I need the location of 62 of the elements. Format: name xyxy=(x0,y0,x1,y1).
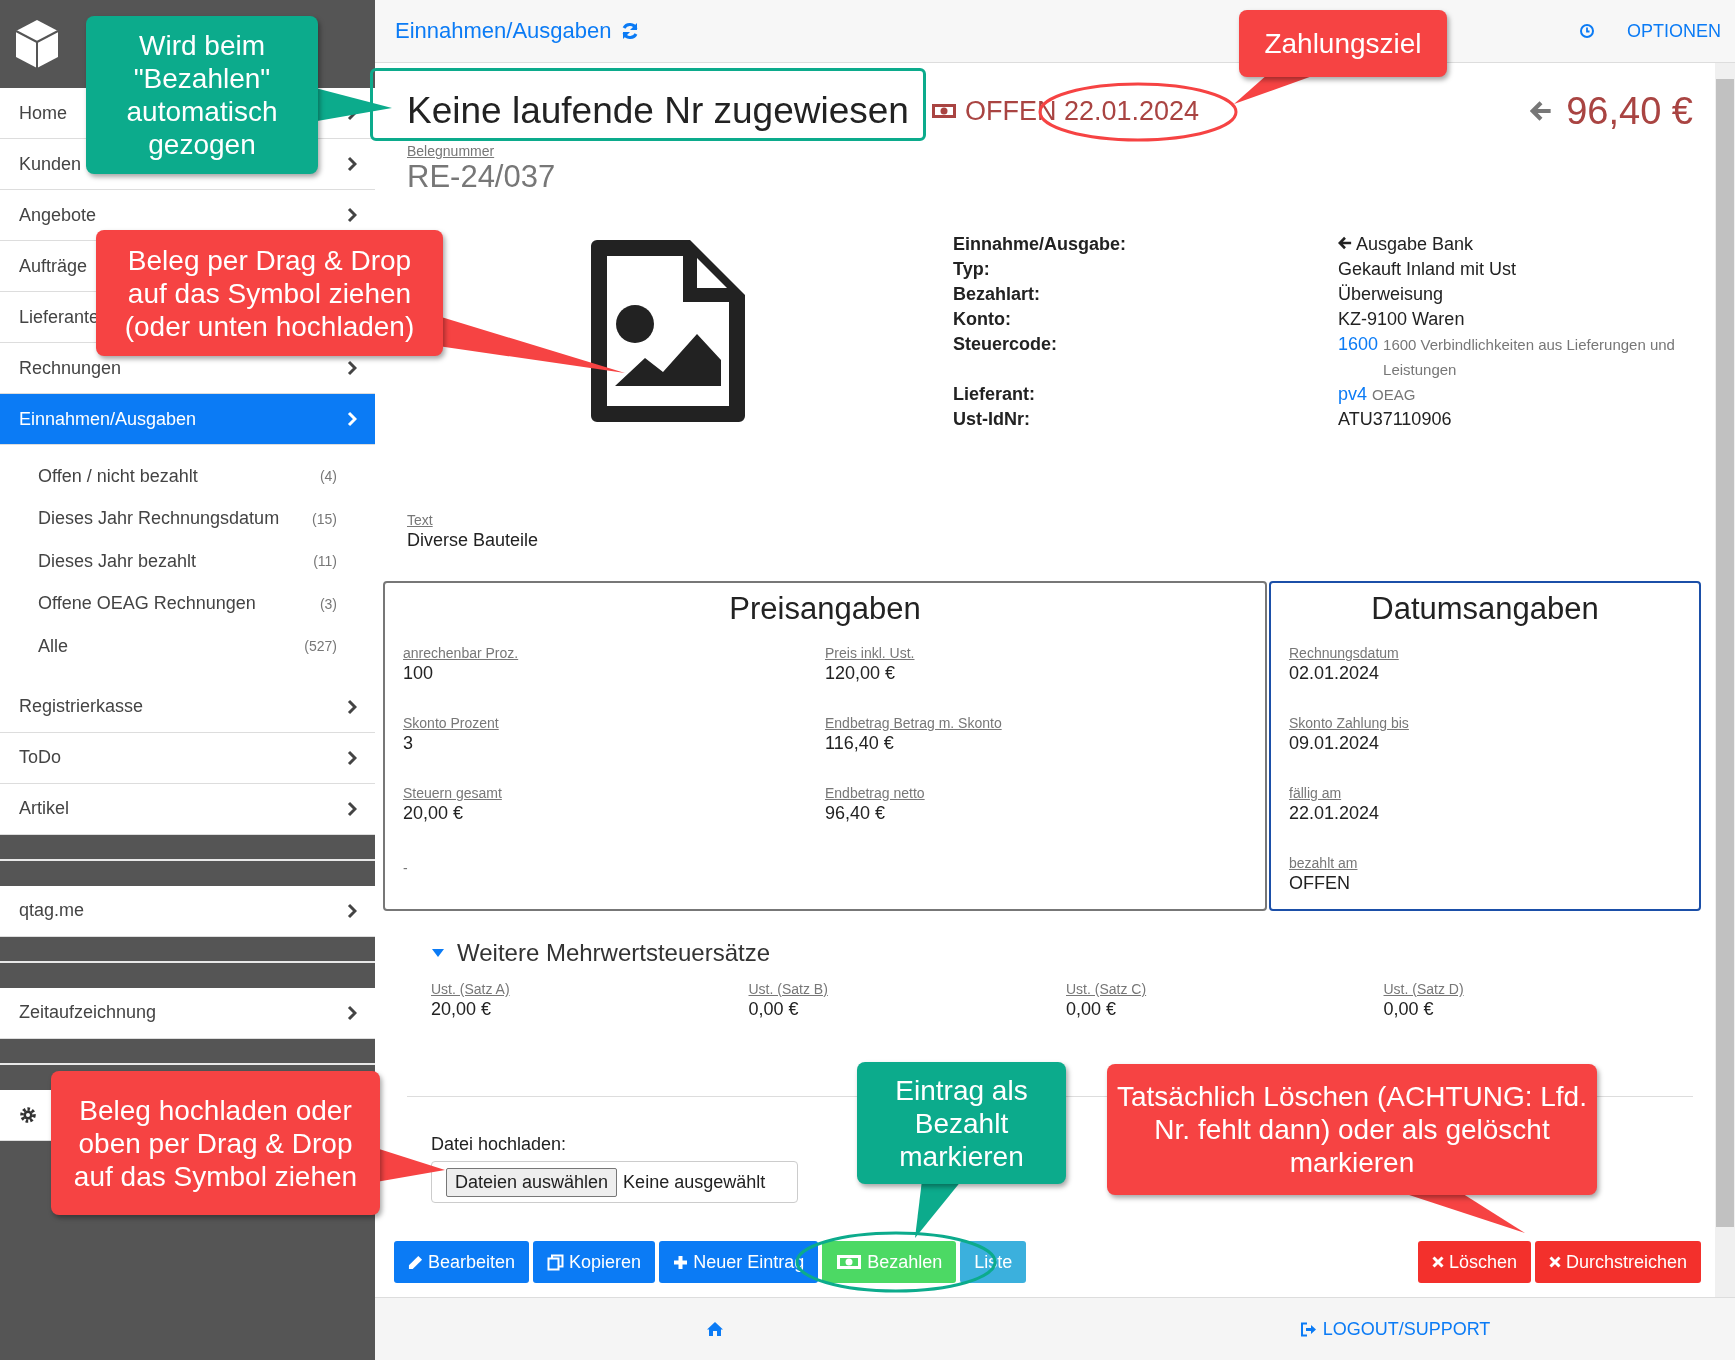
field-label: Text xyxy=(407,512,434,528)
field-label: Skonto Zahlung bis xyxy=(1289,715,1410,731)
field-value: 02.01.2024 xyxy=(1289,663,1381,684)
detail-label: Steuercode: xyxy=(953,333,1059,356)
item-count: (15) xyxy=(312,510,337,527)
field-value: 100 xyxy=(403,663,435,684)
detail-label: Typ: xyxy=(953,258,991,281)
field-label: Preis inkl. Ust. xyxy=(825,645,916,661)
document-number: RE-24/037 xyxy=(407,159,557,195)
field-value: 0,00 € xyxy=(748,999,800,1020)
field-value: OFFEN xyxy=(1289,873,1351,894)
field-label: Rechnungsdatum xyxy=(1289,645,1400,661)
detail-note: OEAG xyxy=(1372,385,1416,405)
field-label: fällig am xyxy=(1289,785,1343,801)
annotation-tooltip: Wird beim "Bezahlen" automatisch gezogen xyxy=(86,16,318,174)
detail-value: KZ-9100 Waren xyxy=(1338,309,1465,329)
field-value: 120,00 € xyxy=(825,663,897,684)
detail-value: Ausgabe Bank xyxy=(1356,234,1474,254)
field-value: - xyxy=(403,860,409,876)
field-label: anrechenbar Proz. xyxy=(403,645,520,661)
field-label: Datei hochladen: xyxy=(431,1134,567,1155)
detail-label: Bezahlart: xyxy=(953,283,1042,306)
field-label: Ust. (Satz B) xyxy=(748,981,829,997)
field-label: Endbetrag netto xyxy=(825,785,926,801)
panel-title: Preisangaben xyxy=(728,591,922,627)
field-value: 116,40 € xyxy=(825,733,895,754)
field-value: Diverse Bauteile xyxy=(407,530,540,551)
field-label: Ust. (Satz C) xyxy=(1066,981,1148,997)
annotation-tooltip: Beleg per Drag & Drop auf das Symbol ziehen (oder unten hochladen) xyxy=(96,230,443,356)
detail-value: Überweisung xyxy=(1338,284,1444,304)
detail-label: Einnahme/Ausgabe: xyxy=(953,233,1128,256)
panel-title: Datumsangaben xyxy=(1370,591,1600,627)
field-label: bezahlt am xyxy=(1289,855,1359,871)
item-count: (4) xyxy=(319,468,337,485)
detail-label: Lieferant: xyxy=(953,383,1036,406)
item-count: (3) xyxy=(319,595,337,612)
field-value: 3 xyxy=(403,733,414,754)
item-count: (11) xyxy=(313,553,337,570)
document-heading: Keine laufende Nr zugewiesen xyxy=(407,90,909,132)
file-status: Keine ausgewählt xyxy=(623,1171,766,1193)
field-value: 0,00 € xyxy=(1066,999,1118,1020)
detail-label: Konto: xyxy=(953,308,1012,331)
field-label: Ust. (Satz A) xyxy=(431,981,511,997)
field-value: 20,00 € xyxy=(403,803,465,824)
field-value: 09.01.2024 xyxy=(1289,733,1381,754)
field-label: Belegnummer xyxy=(407,143,496,159)
item-count: (527) xyxy=(304,638,337,655)
field-label: Skonto Prozent xyxy=(403,715,500,731)
field-value: 0,00 € xyxy=(1383,999,1435,1020)
field-label: Endbetrag Betrag m. Skonto xyxy=(825,715,1003,731)
field-value: 96,40 € xyxy=(825,803,887,824)
field-value: 20,00 € xyxy=(431,999,493,1020)
amount: 96,40 € xyxy=(1566,89,1693,133)
field-label: Ust. (Satz D) xyxy=(1383,981,1465,997)
detail-value: Gekauft Inland mit Ust xyxy=(1338,259,1517,279)
detail-label: Ust-IdNr: xyxy=(953,408,1031,431)
detail-note: 1600 Verbindlichkeiten aus Lieferungen und Leistungen xyxy=(1383,335,1676,380)
field-label: Steuern gesamt xyxy=(403,785,503,801)
annotation-tooltip: Beleg hochladen oder oben per Drag & Drop auf das Symbol ziehen xyxy=(51,1071,380,1215)
detail-value: ATU37110906 xyxy=(1338,409,1452,429)
annotation-tooltip: Eintrag als Bezahlt markieren xyxy=(857,1062,1066,1184)
field-value: 22.01.2024 xyxy=(1289,803,1381,824)
